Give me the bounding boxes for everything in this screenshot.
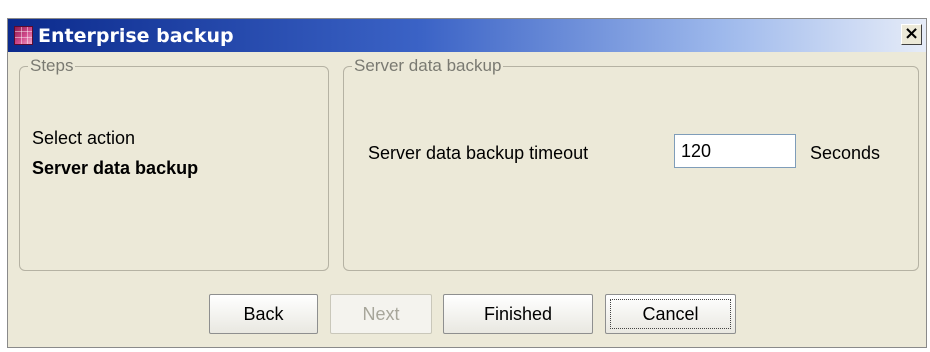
server-data-backup-panel: Server data backup Server data backup ti… bbox=[343, 56, 919, 271]
back-button[interactable]: Back bbox=[209, 294, 318, 334]
finished-button[interactable]: Finished bbox=[443, 294, 593, 334]
timeout-label: Server data backup timeout bbox=[368, 143, 589, 163]
cancel-button[interactable]: Cancel bbox=[605, 294, 736, 334]
steps-legend: Steps bbox=[30, 56, 74, 75]
seconds-unit-label: Seconds bbox=[810, 143, 881, 163]
enterprise-backup-dialog: Enterprise backup × Steps Select action … bbox=[7, 18, 927, 348]
timeout-input[interactable] bbox=[674, 134, 796, 168]
server-data-backup-legend: Server data backup bbox=[354, 56, 502, 75]
enterprise-app-icon bbox=[14, 26, 33, 45]
window-title: Enterprise backup bbox=[38, 25, 234, 47]
close-icon[interactable]: × bbox=[901, 24, 922, 45]
step-select-action: Select action bbox=[32, 128, 136, 148]
steps-panel: Steps Select action Server data backup bbox=[19, 56, 329, 271]
title-bar[interactable]: Enterprise backup × bbox=[8, 19, 926, 52]
next-button[interactable]: Next bbox=[330, 294, 432, 334]
step-server-data-backup: Server data backup bbox=[32, 158, 199, 178]
cancel-button-label: Cancel bbox=[642, 304, 699, 324]
